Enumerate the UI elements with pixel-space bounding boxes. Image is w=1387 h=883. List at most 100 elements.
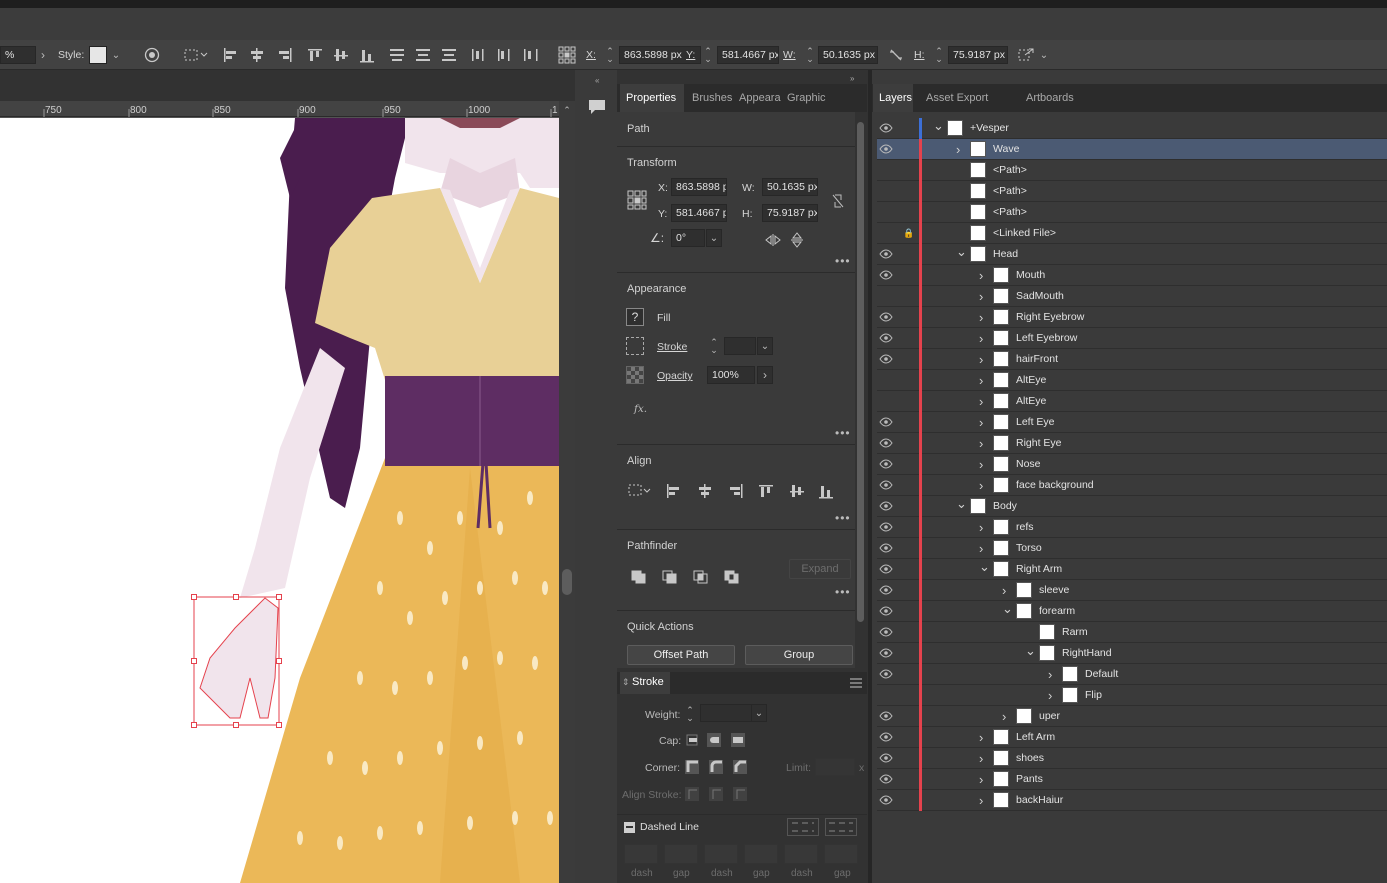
layer-row[interactable]: ⌄ Body: [877, 496, 1387, 517]
style-swatch[interactable]: [89, 46, 107, 64]
chevron-right-icon[interactable]: ›: [757, 366, 773, 384]
tab-asset-export[interactable]: Asset Export: [920, 84, 994, 112]
weight-field[interactable]: [700, 704, 752, 722]
tab-properties[interactable]: Properties: [620, 84, 684, 112]
h-field[interactable]: 75.9187 px: [948, 46, 1008, 64]
visibility-toggle[interactable]: [879, 290, 893, 302]
layer-name[interactable]: sleeve: [1039, 584, 1069, 596]
expand-button[interactable]: Expand: [789, 559, 851, 579]
h-stepper-icon[interactable]: ⌃ ⌄: [932, 46, 946, 64]
chevron-right-icon[interactable]: ›: [979, 751, 983, 766]
layer-name[interactable]: Wave: [993, 143, 1019, 155]
eye-icon[interactable]: [879, 668, 893, 680]
offset-path-button[interactable]: Offset Path: [627, 645, 735, 665]
layer-name[interactable]: AltEye: [1016, 374, 1046, 386]
chevron-right-icon[interactable]: ›: [1048, 688, 1052, 703]
chevron-right-icon[interactable]: ›: [979, 730, 983, 745]
visibility-toggle[interactable]: [879, 395, 893, 407]
tab-layers[interactable]: Layers: [873, 84, 913, 112]
chevron-down-icon[interactable]: ⌄: [933, 118, 944, 134]
layer-name[interactable]: forearm: [1039, 605, 1075, 617]
y-stepper-icon[interactable]: ⌃ ⌄: [701, 46, 715, 64]
layer-row[interactable]: <Path>: [877, 181, 1387, 202]
chevron-right-icon[interactable]: ›: [979, 415, 983, 430]
chevron-down-icon[interactable]: ⌄: [1038, 46, 1050, 64]
stroke-stepper-icon[interactable]: ⌃ ⌄: [707, 336, 721, 356]
chevron-down-icon[interactable]: ⌄: [757, 337, 773, 355]
layer-row[interactable]: › backHaiur: [877, 790, 1387, 811]
visibility-toggle[interactable]: [879, 374, 893, 386]
stroke-swatch[interactable]: [626, 337, 644, 355]
opacity-field[interactable]: 100%: [707, 366, 755, 384]
layer-row[interactable]: <Path>: [877, 160, 1387, 181]
scroll-thumb[interactable]: [562, 569, 572, 595]
chevron-down-icon[interactable]: ⌄: [1002, 601, 1013, 617]
layer-row[interactable]: › hairFront: [877, 349, 1387, 370]
layer-name[interactable]: Mouth: [1016, 269, 1045, 281]
layer-name[interactable]: <Linked File>: [993, 227, 1056, 239]
reference-point-icon[interactable]: [557, 45, 577, 65]
reorder-icon[interactable]: ⇕: [622, 677, 630, 688]
layer-row[interactable]: › AltEye: [877, 391, 1387, 412]
eye-icon[interactable]: [879, 731, 893, 743]
layer-row[interactable]: › uper: [877, 706, 1387, 727]
properties-scrollbar[interactable]: [855, 112, 867, 668]
chevron-right-icon[interactable]: ›: [1002, 583, 1006, 598]
panel-menu-icon[interactable]: [849, 676, 863, 690]
layer-row[interactable]: › Right Eyebrow: [877, 307, 1387, 328]
layer-row[interactable]: › Mouth: [877, 265, 1387, 286]
eye-icon[interactable]: [879, 143, 893, 155]
layer-name[interactable]: Torso: [1016, 542, 1042, 554]
w-field[interactable]: 50.1635 px: [818, 46, 878, 64]
layer-row[interactable]: 🔒 <Linked File>: [877, 223, 1387, 244]
align-buttons[interactable]: [627, 482, 842, 500]
eye-icon[interactable]: [879, 626, 893, 638]
y-field[interactable]: 581.4667 px: [717, 46, 779, 64]
eye-icon[interactable]: [879, 248, 893, 260]
rotate-angle-field[interactable]: 0°: [671, 229, 705, 247]
eye-icon[interactable]: [879, 269, 893, 281]
flip-horizontal-icon[interactable]: [765, 232, 781, 248]
recolor-icon[interactable]: [143, 46, 161, 64]
dashed-line-checkbox[interactable]: [624, 822, 635, 833]
layer-name[interactable]: Right Arm: [1016, 563, 1062, 575]
layer-name[interactable]: Flip: [1085, 689, 1102, 701]
layer-name[interactable]: <Path>: [993, 206, 1027, 218]
layer-row[interactable]: › Wave: [877, 139, 1387, 160]
layer-row[interactable]: <Path>: [877, 202, 1387, 223]
layer-row[interactable]: › AltEye: [877, 370, 1387, 391]
layer-row[interactable]: ⌄ RightHand: [877, 643, 1387, 664]
cap-buttons[interactable]: [685, 731, 755, 749]
chevron-right-icon[interactable]: ›: [1002, 709, 1006, 724]
layer-name[interactable]: Body: [993, 500, 1017, 512]
stroke-weight-field[interactable]: [724, 337, 756, 355]
tab-artboards[interactable]: Artboards: [1020, 84, 1080, 112]
reference-point-icon[interactable]: [626, 189, 648, 211]
eye-icon[interactable]: [879, 500, 893, 512]
layer-name[interactable]: Right Eyebrow: [1016, 311, 1084, 323]
layer-row[interactable]: ⌄ Head: [877, 244, 1387, 265]
weight-stepper-icon[interactable]: ⌃ ⌄: [683, 704, 697, 724]
eye-icon[interactable]: [879, 605, 893, 617]
scroll-thumb[interactable]: [857, 122, 864, 622]
flip-vertical-icon[interactable]: [789, 232, 805, 248]
align-stroke-buttons[interactable]: [685, 785, 755, 803]
pathfinder-buttons[interactable]: [631, 568, 741, 584]
layer-row[interactable]: › Flip: [877, 685, 1387, 706]
layer-row[interactable]: › Right Eye: [877, 433, 1387, 454]
collapse-left-icon[interactable]: «: [595, 76, 599, 85]
eye-icon[interactable]: [879, 332, 893, 344]
fill-swatch[interactable]: ?: [626, 308, 644, 326]
artboard[interactable]: [0, 118, 559, 883]
chevron-down-icon[interactable]: ⌄: [956, 496, 967, 512]
eye-icon[interactable]: [879, 458, 893, 470]
chevron-right-icon[interactable]: ›: [37, 46, 49, 64]
layer-name[interactable]: Left Eye: [1016, 416, 1055, 428]
eye-icon[interactable]: [879, 353, 893, 365]
scroll-up-icon[interactable]: ⌃: [561, 104, 573, 116]
eye-icon[interactable]: [879, 542, 893, 554]
chevron-right-icon[interactable]: ›: [979, 373, 983, 388]
tab-appearance[interactable]: Appeara: [733, 84, 787, 112]
eye-icon[interactable]: [879, 122, 893, 134]
transform-w-field[interactable]: 50.1635 px: [762, 178, 818, 196]
